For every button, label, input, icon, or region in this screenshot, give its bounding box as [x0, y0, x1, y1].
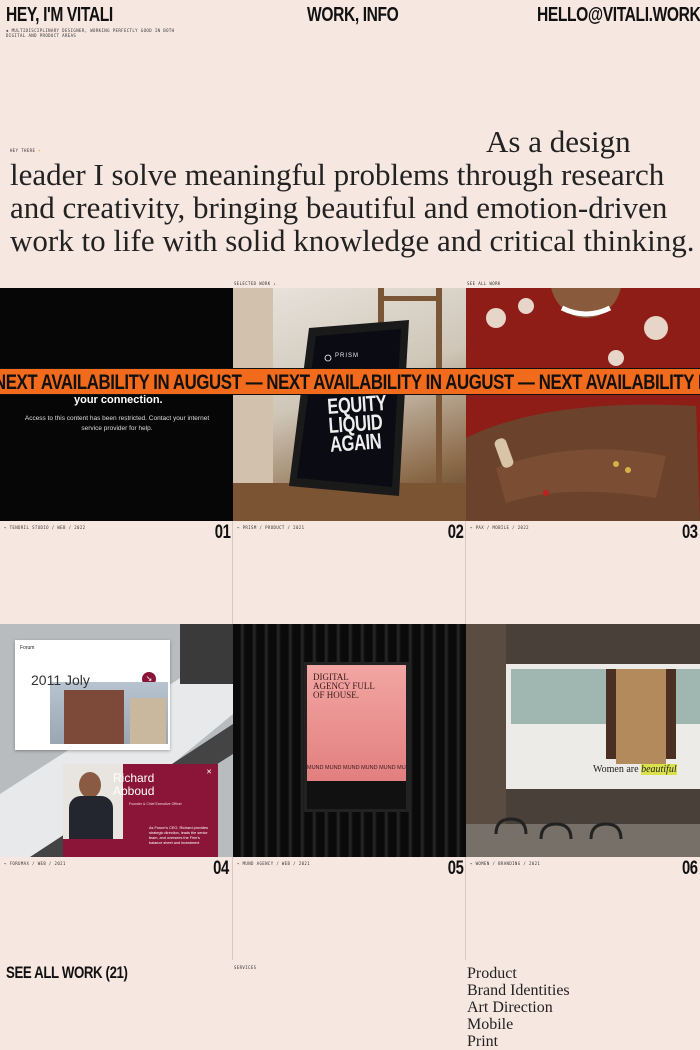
project-thumbnail: your connection. Access to this content …: [0, 288, 233, 521]
project-caption: → FORUMAX / WEB / 2021: [4, 861, 66, 866]
intro-text: As a design leader I solve meaningful pr…: [10, 124, 695, 258]
forum-profile-card: Richard Abboud ✕ Founder & Chief Executi…: [63, 764, 218, 857]
project-card-06[interactable]: Women are beautiful → WOMEN / BRANDING /…: [466, 624, 700, 960]
forum-website-card: Forum 2011 Joly ↘: [15, 640, 170, 750]
nav-work-info[interactable]: WORK, INFO: [307, 4, 399, 27]
service-item: Product: [467, 965, 517, 982]
project-card-03[interactable]: → PAX / MOBILE / 2022 03: [466, 288, 700, 624]
project-thumbnail: PRISM MAKE EQUITY LIQUID AGAIN: [233, 288, 466, 521]
project-number: 01: [214, 522, 231, 543]
logo-home-link[interactable]: HEY, I'M VITALI: [6, 4, 113, 27]
project-number: 05: [447, 858, 464, 879]
selected-work-label: SELECTED WORK ↓: [234, 281, 277, 286]
project-thumbnail: DIGITAL AGENCY FULL OF HOUSE. MUND MUND …: [233, 624, 466, 857]
mund-poster: DIGITAL AGENCY FULL OF HOUSE. MUND MUND …: [304, 662, 409, 812]
forum-event: 2011 Joly: [31, 672, 90, 688]
service-item: Print: [467, 1033, 499, 1050]
service-item: Brand Identities: [467, 982, 570, 999]
service-item: Art Direction: [467, 999, 553, 1016]
project-caption: → TENDRIL STUDIO / WEB / 2022: [4, 525, 86, 530]
building-photo: [50, 682, 168, 744]
email-link[interactable]: HELLO@VITALI.WORK: [537, 4, 700, 27]
billboard-scene: [466, 624, 700, 857]
mund-poster-title: DIGITAL AGENCY FULL OF HOUSE.: [313, 672, 375, 700]
ticker-text: NEXT AVAILABILITY IN AUGUST — NEXT AVAIL…: [0, 371, 700, 394]
project-caption: → MUND AGENCY / WEB / 2021: [237, 861, 311, 866]
tagline: ✱ MULTIDISCIPLINARY DESIGNER, WORKING PE…: [6, 28, 175, 38]
project-card-05[interactable]: DIGITAL AGENCY FULL OF HOUSE. MUND MUND …: [233, 624, 466, 960]
billboard-text-b: beautiful: [641, 764, 677, 775]
see-all-work-link-top[interactable]: SEE ALL WORK: [467, 281, 501, 286]
restricted-title: your connection.: [74, 394, 163, 406]
project-caption: → PAX / MOBILE / 2022: [470, 525, 529, 530]
project-number: 06: [681, 858, 698, 879]
project-thumbnail: [466, 288, 700, 521]
project-card-04[interactable]: Forum 2011 Joly ↘ Richard Abboud ✕ Found…: [0, 624, 233, 960]
project-card-02[interactable]: PRISM MAKE EQUITY LIQUID AGAIN → PRISM /…: [233, 288, 466, 624]
billboard-text: Women are beautiful: [593, 764, 677, 775]
project-caption: → PRISM / PRODUCT / 2021: [237, 525, 305, 530]
project-number: 04: [213, 858, 229, 879]
billboard-text-a: Women are: [593, 764, 639, 775]
project-card-01[interactable]: your connection. Access to this content …: [0, 288, 233, 624]
restricted-message: Access to this content has been restrict…: [24, 415, 210, 432]
person-role: Founder & Chief Executive Officer: [129, 802, 182, 806]
project-thumbnail: Forum 2011 Joly ↘ Richard Abboud ✕ Found…: [0, 624, 233, 857]
services-label: SERVICES: [234, 965, 257, 970]
project-number: 03: [681, 522, 698, 543]
close-icon: ✕: [206, 769, 212, 776]
service-item: Mobile: [467, 1016, 514, 1033]
prism-brand: PRISM: [335, 353, 360, 359]
person-bio: As Forum's CEO, Richard provides strateg…: [149, 826, 208, 845]
forum-brand: Forum: [20, 645, 35, 651]
project-thumbnail: Women are beautiful: [466, 624, 700, 857]
services-list: Product Brand Identities Art Direction M…: [467, 965, 570, 1050]
see-all-work-button[interactable]: SEE ALL WORK (21): [6, 963, 128, 983]
project-caption: → WOMEN / BRANDING / 2021: [470, 861, 541, 866]
mund-poster-strip: MUND MUND MUND MUND MUND MUND: [307, 765, 406, 771]
person-name: Richard Abboud: [113, 771, 155, 798]
pax-photo: [466, 288, 700, 521]
availability-ticker: NEXT AVAILABILITY IN AUGUST — NEXT AVAIL…: [0, 368, 700, 395]
project-number: 02: [447, 522, 464, 543]
